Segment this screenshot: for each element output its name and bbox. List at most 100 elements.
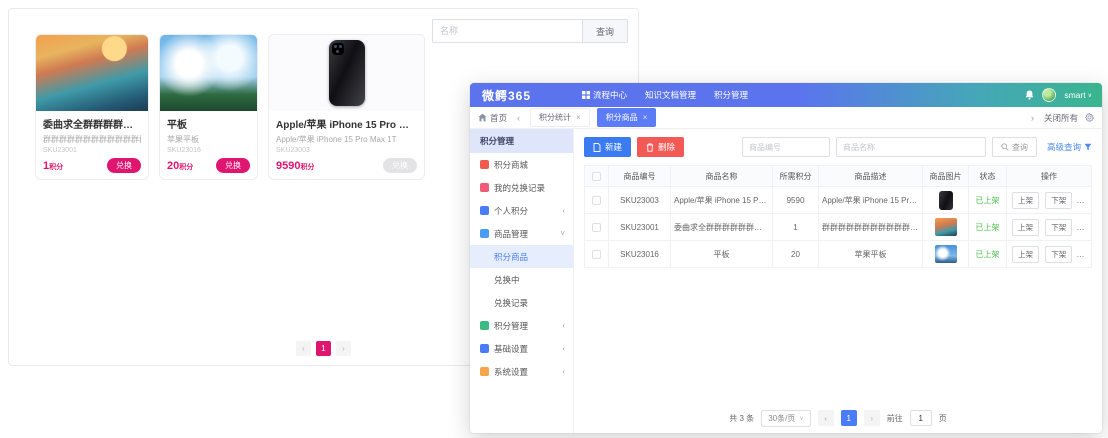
row-delete-button[interactable]: 删除: [1078, 246, 1091, 263]
goods-name-input[interactable]: [836, 137, 986, 157]
list-on-button[interactable]: 上架: [1012, 219, 1039, 236]
tab-scroll-left[interactable]: ‹: [514, 113, 523, 123]
col-status: 状态: [969, 166, 1007, 187]
list-off-button[interactable]: 下架: [1045, 219, 1072, 236]
sidebar-item-redeeming[interactable]: 兑换中: [470, 268, 573, 291]
query-button[interactable]: 查询: [992, 137, 1037, 157]
list-on-button[interactable]: 上架: [1012, 192, 1039, 209]
cell-code: SKU23001: [609, 214, 671, 241]
product-card[interactable]: 平板 苹果平板 SKU23016 20积分 兑换: [159, 34, 258, 180]
sky-photo-thumb[interactable]: [935, 245, 957, 263]
status-badge: 已上架: [969, 241, 1007, 268]
user-icon: [480, 206, 489, 215]
col-goods-code: 商品编号: [609, 166, 671, 187]
nav-process-center[interactable]: 流程中心: [582, 89, 627, 101]
cell-points: 1: [773, 214, 819, 241]
close-icon[interactable]: ×: [576, 113, 581, 122]
sidebar-item-points-goods[interactable]: 积分商品: [470, 245, 573, 268]
caret-down-icon: ∨: [1088, 92, 1092, 99]
system-icon: [480, 367, 489, 376]
mall-icon: [480, 160, 489, 169]
redeem-button[interactable]: 兑换: [216, 158, 250, 173]
goods-code-input[interactable]: [742, 137, 830, 157]
delete-button[interactable]: 删除: [637, 137, 684, 157]
sidebar-module-title: 积分管理: [470, 129, 573, 153]
sidebar: 积分管理 积分商城 我的兑换记录 个人积分 ‹ 商品管理 ˅: [470, 129, 574, 433]
row-delete-button[interactable]: 删除: [1078, 192, 1091, 209]
tab-scroll-right[interactable]: ›: [1028, 113, 1037, 123]
product-card[interactable]: 委曲求全群群群群群群群群... 群群群群群群群群群群群群群群群群 SKU2300…: [35, 34, 149, 180]
goto-page-input[interactable]: [910, 410, 932, 426]
row-checkbox[interactable]: [592, 196, 601, 205]
avatar[interactable]: [1042, 88, 1056, 102]
cell-desc: Apple/苹果 iPhone 15 Pro Max 1T: [819, 187, 923, 214]
breadcrumb-home[interactable]: 首页: [478, 112, 507, 124]
main-content: 新建 删除 查询: [574, 129, 1102, 433]
create-button[interactable]: 新建: [584, 137, 631, 157]
sidebar-item-points-mall[interactable]: 积分商城: [470, 153, 573, 176]
list-on-button[interactable]: 上架: [1012, 246, 1039, 263]
product-sku: SKU23016: [167, 147, 250, 154]
prev-page-button[interactable]: ‹: [296, 341, 311, 356]
product-sku: SKU23003: [276, 147, 417, 154]
mall-search-button[interactable]: 查询: [582, 19, 628, 43]
sidebar-item-goods-management[interactable]: 商品管理 ˅: [470, 222, 573, 245]
product-points: 9590积分: [276, 160, 314, 172]
caret-down-icon: ∨: [799, 415, 803, 422]
gear-icon[interactable]: [1085, 113, 1094, 122]
iphone-black-thumb[interactable]: [939, 191, 953, 210]
points-icon: [480, 321, 489, 330]
sidebar-item-personal-points[interactable]: 个人积分 ‹: [470, 199, 573, 222]
product-card[interactable]: Apple/苹果 iPhone 15 Pro Max 1T Apple/苹果 i…: [268, 34, 425, 180]
sidebar-item-points-admin[interactable]: 积分管理 ‹: [470, 314, 573, 337]
sidebar-item-redeem-records[interactable]: 兑换记录: [470, 291, 573, 314]
product-points: 1积分: [43, 160, 63, 172]
col-image: 商品图片: [923, 166, 969, 187]
status-badge: 已上架: [969, 187, 1007, 214]
product-subtitle: Apple/苹果 iPhone 15 Pro Max 1T: [276, 134, 417, 145]
list-off-button[interactable]: 下架: [1045, 246, 1072, 263]
goto-unit-label: 页: [939, 413, 947, 424]
cell-points: 9590: [773, 187, 819, 214]
trash-icon: [646, 143, 654, 152]
next-page-button[interactable]: ›: [336, 341, 351, 356]
page-1-button[interactable]: 1: [841, 410, 857, 426]
col-description: 商品描述: [819, 166, 923, 187]
select-all-checkbox[interactable]: [592, 172, 601, 181]
cell-desc: 群群群群群群群群群群群群群群: [819, 214, 923, 241]
table-pagination: 共 3 条 30条/页 ∨ ‹ 1 › 前往 页: [584, 403, 1092, 433]
row-delete-button[interactable]: 删除: [1078, 219, 1091, 236]
advanced-query-link[interactable]: 高级查询: [1047, 141, 1092, 153]
sidebar-item-my-redeem-records[interactable]: 我的兑换记录: [470, 176, 573, 199]
close-all-tabs-button[interactable]: 关闭所有: [1044, 112, 1078, 124]
list-off-button[interactable]: 下架: [1045, 192, 1072, 209]
redeem-button[interactable]: 兑换: [107, 158, 141, 173]
sidebar-item-system-settings[interactable]: 系统设置 ‹: [470, 360, 573, 383]
nav-knowledge-docs[interactable]: 知识文档管理: [645, 89, 696, 101]
page-1-button[interactable]: 1: [316, 341, 331, 356]
record-icon: [480, 183, 489, 192]
bell-icon[interactable]: [1025, 90, 1034, 100]
settings-icon: [480, 344, 489, 353]
per-page-select[interactable]: 30条/页 ∨: [761, 410, 811, 427]
tab-bar: 首页 ‹ 积分统计 × 积分商品 × › 关闭所有: [470, 107, 1102, 129]
row-checkbox[interactable]: [592, 223, 601, 232]
grid-icon: [582, 91, 590, 99]
close-icon[interactable]: ×: [643, 113, 648, 122]
cell-code: SKU23016: [609, 241, 671, 268]
chevron-left-icon: ‹: [562, 367, 565, 376]
prev-page-button[interactable]: ‹: [818, 410, 834, 426]
cell-name: 委曲求全群群群群群群群群群: [671, 214, 773, 241]
row-checkbox[interactable]: [592, 250, 601, 259]
product-title: 平板: [167, 116, 250, 131]
user-menu[interactable]: smart ∨: [1064, 90, 1092, 100]
next-page-button[interactable]: ›: [864, 410, 880, 426]
tab-points-goods[interactable]: 积分商品 ×: [597, 108, 657, 127]
sunset-artwork-thumb[interactable]: [935, 218, 957, 236]
nav-points-management[interactable]: 积分管理: [714, 89, 748, 101]
mall-search-bar: 查询: [432, 19, 628, 43]
mall-search-input[interactable]: [432, 19, 582, 43]
tab-points-stats[interactable]: 积分统计 ×: [530, 108, 590, 127]
sidebar-item-basic-settings[interactable]: 基础设置 ‹: [470, 337, 573, 360]
total-count: 共 3 条: [729, 413, 754, 424]
